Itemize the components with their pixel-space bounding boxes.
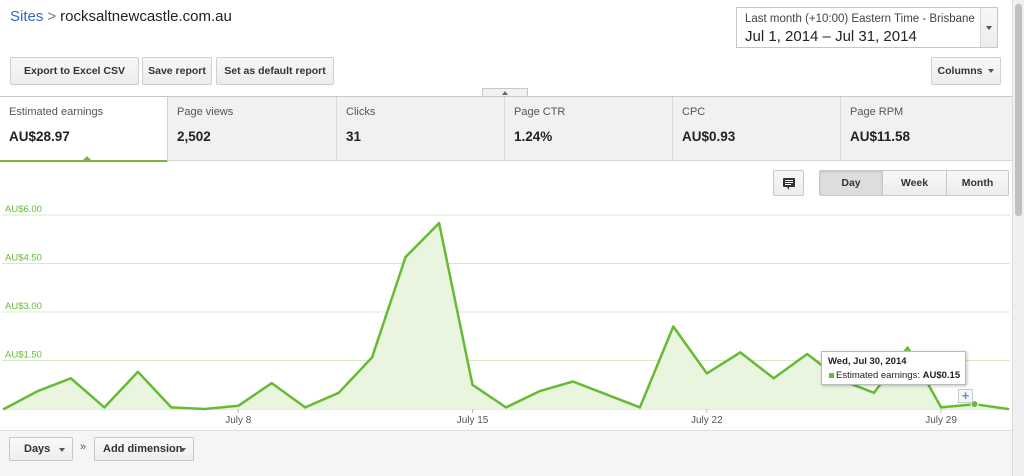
- data-point: [605, 393, 608, 396]
- chevron-up-icon: [502, 91, 508, 95]
- annotations-button[interactable]: [773, 170, 804, 196]
- data-point: [906, 346, 909, 349]
- granularity-month-button[interactable]: Month: [946, 170, 1009, 196]
- x-tick-label: July 29: [925, 415, 957, 426]
- x-tick-label: July 15: [457, 415, 489, 426]
- chevron-down-icon: [986, 26, 992, 30]
- y-tick-label: AU$6.00: [5, 204, 42, 215]
- days-dropdown[interactable]: Days: [9, 437, 73, 461]
- export-csv-button[interactable]: Export to Excel CSV: [10, 57, 139, 85]
- data-point: [203, 407, 206, 411]
- earnings-line-chart: AU$1.50 AU$3.00 AU$4.50 AU$6.00 July 8 July 1…: [2, 204, 1010, 426]
- data-point: [638, 406, 642, 409]
- data-point: [538, 390, 541, 393]
- date-range-picker[interactable]: Last month (+10:00) Eastern Time - Brisb…: [736, 7, 998, 48]
- tooltip-value: AU$0.15: [922, 370, 961, 381]
- x-tick-label: July 8: [225, 415, 252, 426]
- series-color-swatch: [829, 373, 834, 378]
- metric-tab-clicks[interactable]: Clicks 31: [337, 97, 505, 161]
- y-tick-label: AU$1.50: [5, 350, 42, 361]
- set-default-report-button[interactable]: Set as default report: [216, 57, 334, 85]
- comment-icon: [783, 178, 795, 190]
- data-point: [872, 391, 876, 395]
- add-dimension-dropdown[interactable]: Add dimension: [94, 437, 194, 461]
- active-indicator-underline: [0, 160, 167, 162]
- granularity-day-button[interactable]: Day: [819, 170, 883, 196]
- data-point: [806, 352, 809, 356]
- x-tick-label: July 22: [691, 415, 723, 426]
- data-point: [1006, 407, 1010, 411]
- tooltip-row: Estimated earnings: AU$0.15: [836, 370, 960, 381]
- metric-label: Clicks: [346, 106, 376, 118]
- metric-value: 1.24%: [514, 129, 553, 144]
- data-point: [103, 406, 106, 409]
- chart-tooltip: Wed, Jul 30, 2014 Estimated earnings: AU…: [821, 351, 966, 385]
- data-point: [370, 356, 374, 359]
- save-report-button[interactable]: Save report: [142, 57, 212, 85]
- breadcrumb: Sites > rocksaltnewcastle.com.au: [10, 8, 232, 25]
- data-point: [170, 406, 173, 409]
- metric-tab-cpc[interactable]: CPC AU$0.93: [673, 97, 841, 161]
- dimension-bar: Days » Add dimension: [0, 430, 1012, 476]
- metric-value: AU$0.93: [682, 129, 736, 144]
- data-point: [437, 221, 441, 225]
- data-point: [237, 404, 240, 407]
- data-point: [304, 406, 307, 409]
- data-point: [136, 370, 140, 374]
- metric-tab-estimated-earnings[interactable]: Estimated earnings AU$28.97: [0, 97, 168, 162]
- add-dimension-label: Add dimension: [103, 443, 183, 455]
- granularity-week-button[interactable]: Week: [882, 170, 947, 196]
- data-point: [772, 377, 775, 380]
- date-range-value: Jul 1, 2014 – Jul 31, 2014: [745, 28, 917, 45]
- data-point: [404, 255, 407, 259]
- metric-label: Estimated earnings: [9, 106, 104, 118]
- columns-dropdown-button[interactable]: Columns: [931, 57, 1001, 85]
- metric-tab-page-views[interactable]: Page views 2,502: [168, 97, 337, 161]
- chevron-down-icon: [59, 448, 65, 452]
- metric-tab-page-rpm[interactable]: Page RPM AU$11.58: [841, 97, 1012, 161]
- data-point: [270, 381, 273, 385]
- data-point: [571, 380, 575, 383]
- vertical-scrollbar[interactable]: [1012, 0, 1024, 476]
- breadcrumb-current-site: rocksaltnewcastle.com.au: [60, 8, 232, 25]
- columns-label: Columns: [937, 65, 983, 77]
- metric-value: 2,502: [177, 129, 211, 144]
- data-point: [69, 377, 73, 380]
- date-range-dropdown-button[interactable]: [980, 8, 997, 47]
- metric-label: Page views: [177, 106, 234, 118]
- data-point: [337, 391, 340, 395]
- data-point: [705, 372, 708, 375]
- add-annotation-icon[interactable]: +: [958, 389, 973, 403]
- data-point: [471, 383, 474, 386]
- scrollbar-thumb[interactable]: [1015, 4, 1022, 216]
- chevron-down-icon: [988, 69, 995, 74]
- chevron-double-right-icon: »: [80, 441, 87, 453]
- metric-value: 31: [346, 129, 362, 144]
- metric-tab-page-ctr[interactable]: Page CTR 1.24%: [505, 97, 673, 161]
- data-point: [739, 351, 742, 354]
- data-point: [2, 407, 6, 411]
- data-point: [672, 325, 675, 328]
- y-tick-label: AU$3.00: [5, 301, 42, 312]
- tooltip-date: Wed, Jul 30, 2014: [828, 356, 907, 367]
- data-point: [504, 406, 508, 409]
- metric-label: Page RPM: [850, 106, 904, 118]
- y-tick-label: AU$4.50: [5, 253, 42, 264]
- breadcrumb-sites-link[interactable]: Sites: [10, 8, 43, 25]
- metric-label: Page CTR: [514, 106, 566, 118]
- tooltip-label: Estimated earnings:: [836, 370, 920, 381]
- chevron-down-icon: [180, 448, 186, 452]
- data-point: [36, 390, 39, 393]
- metric-label: CPC: [682, 106, 706, 118]
- days-label: Days: [24, 443, 51, 455]
- metric-value: AU$11.58: [850, 129, 911, 144]
- data-point: [939, 406, 943, 409]
- date-range-preset: Last month (+10:00) Eastern Time - Brisb…: [745, 13, 975, 25]
- metric-tabs: Estimated earnings AU$28.97 Page views 2…: [0, 97, 1012, 162]
- breadcrumb-separator: >: [47, 8, 57, 25]
- metric-value: AU$28.97: [9, 129, 70, 144]
